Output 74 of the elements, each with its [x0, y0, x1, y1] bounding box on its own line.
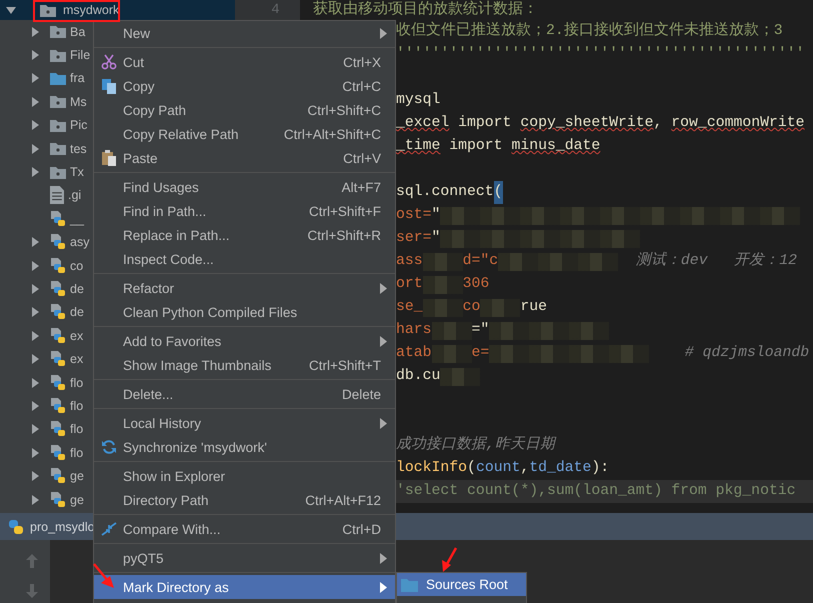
code-text: '''''''''''''''''''''''''''''''''''''''''''''': [396, 45, 804, 64]
code-text: (: [494, 181, 503, 204]
code-text: 成功接口数据,昨天日期: [396, 434, 555, 455]
code-text: ,: [654, 114, 664, 133]
code-text: se_: [396, 298, 423, 317]
tree-item-label: .gi: [68, 188, 82, 202]
shortcut-label: Ctrl+Shift+C: [307, 102, 381, 118]
tree-item-label: flo: [70, 398, 84, 413]
code-text: db.cu: [396, 367, 440, 386]
code-text: ):: [591, 459, 610, 478]
code-text: ": [432, 229, 440, 248]
code-text: mysql: [396, 91, 440, 110]
code-text: 获取由移动项目的放款统计数据：: [313, 0, 538, 20]
shortcut-label: Ctrl+Alt+Shift+C: [284, 126, 381, 142]
tree-item-label: ge: [70, 492, 84, 506]
code-text: _time: [396, 137, 440, 156]
code-text: d="c: [462, 252, 498, 271]
code-text: hars: [396, 321, 432, 340]
code-text: 收但文件已推送放款；2.接口接收到但文件未推送放款；3: [396, 20, 783, 41]
code-text: rue: [520, 298, 548, 317]
tree-item-label: Pic: [70, 118, 88, 132]
tree-item-label: msydwork: [63, 3, 120, 17]
code-text: ost=: [396, 206, 432, 225]
code-text: copy_sheetWrite: [520, 114, 654, 133]
tree-item-label: asy: [70, 235, 90, 250]
tree-item-label: co: [70, 258, 84, 273]
code-text: co: [462, 298, 480, 317]
code-text: =": [472, 321, 490, 340]
tree-item-label: __: [70, 212, 84, 226]
tree-item-label: Tx: [70, 165, 84, 180]
code-text: # qdzjmsloandb: [684, 344, 810, 363]
code-text: sql.connect: [396, 183, 494, 202]
code-text: count: [476, 459, 520, 478]
shortcut-label: Ctrl+V: [343, 150, 381, 166]
shortcut-label: Ctrl+Shift+R: [307, 228, 381, 242]
code-text: row_commonWrite: [671, 114, 804, 133]
code-text: ": [432, 206, 440, 225]
code-text: minus_date: [511, 137, 600, 156]
tree-item-label: tes: [70, 142, 87, 156]
code-text: import: [448, 137, 504, 156]
tree-item-label: flo: [70, 446, 84, 460]
code-text: import: [457, 114, 512, 133]
shortcut-label: Delete: [342, 386, 381, 402]
code-text: td_date: [529, 459, 592, 478]
shortcut-label: Alt+F7: [342, 180, 381, 194]
shortcut-label: Ctrl+X: [343, 54, 381, 70]
code-text: _excel: [396, 114, 450, 133]
tree-item-label: ge: [70, 469, 84, 484]
code-text: 测试：dev 开发：12: [634, 250, 797, 271]
shortcut-label: Ctrl+Alt+F12: [305, 492, 381, 508]
tree-item-label: flo: [70, 422, 84, 436]
code-text: lockInfo: [396, 459, 468, 478]
tree-item-label: File: [70, 48, 90, 62]
tree-item-label: de: [70, 305, 84, 320]
code-text: e=: [472, 344, 490, 363]
code-text: (: [467, 459, 476, 478]
tree-item-label: Ba: [70, 24, 86, 39]
shortcut-label: Ctrl+Shift+F: [308, 204, 381, 218]
tree-item-label: Ms: [70, 94, 87, 109]
shortcut-label: Ctrl+C: [342, 78, 381, 94]
code-text: ser=: [396, 229, 432, 248]
code-text: 306: [462, 275, 490, 294]
shortcut-label: Ctrl+Shift+T: [308, 358, 381, 372]
tree-item-label: fra: [70, 71, 85, 86]
code-text: 'select count(*),sum(loan_amt) from pkg_notic: [396, 482, 796, 501]
tree-item-label: ex: [70, 328, 84, 343]
code-text: ass: [396, 252, 423, 271]
code-text: ort: [396, 275, 423, 294]
code-text: atab: [396, 344, 432, 363]
shortcut-label: Ctrl+D: [342, 522, 381, 536]
code-text: ,: [520, 459, 530, 478]
tree-item-label: de: [70, 282, 84, 296]
tree-item-label: flo: [70, 376, 84, 390]
tree-item-label: ex: [70, 352, 84, 366]
